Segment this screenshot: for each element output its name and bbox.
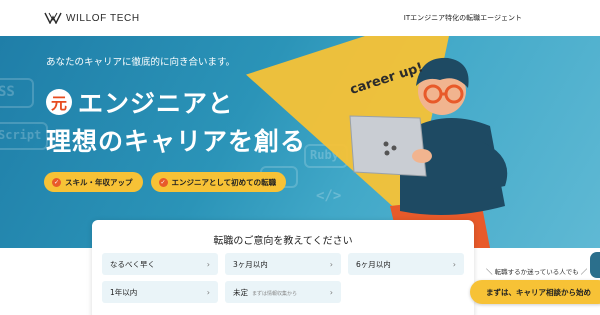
feature-pill: ✓ エンジニアとして初めての転職 bbox=[150, 172, 287, 192]
hero-section: SS Script Ruby HP </> あなたのキャリアに徹底的に向き合いま… bbox=[0, 36, 600, 248]
intent-option-label: なるべく早く bbox=[110, 259, 155, 269]
check-icon: ✓ bbox=[158, 177, 168, 187]
logo-icon bbox=[44, 12, 62, 24]
chevron-right-icon: › bbox=[206, 259, 210, 269]
moto-badge: 元 bbox=[46, 89, 72, 115]
career-up-sign: career up! bbox=[348, 60, 425, 98]
intent-option[interactable]: 1年以内 › bbox=[102, 281, 218, 303]
hero-title-line1: 元 エンジニアと bbox=[46, 84, 234, 120]
hero-title-line2: 理想のキャリアを創る bbox=[46, 127, 307, 156]
intent-option-label: 未定 bbox=[233, 287, 248, 297]
panel-title: 転職のご意向を教えてください bbox=[213, 236, 353, 247]
intent-selector-panel: 転職のご意向を教えてください なるべく早く › 3ヶ月以内 › 6ヶ月以内 › … bbox=[92, 220, 474, 315]
chevron-right-icon: › bbox=[329, 287, 333, 297]
brand-name: WILLOF TECH bbox=[66, 12, 140, 24]
intent-option[interactable]: 6ヶ月以内 › bbox=[348, 253, 464, 275]
feature-pill-label: エンジニアとして初めての転職 bbox=[171, 177, 277, 187]
intent-option-label: 1年以内 bbox=[110, 287, 138, 297]
feature-pills: ✓ スキル・年収アップ ✓ エンジニアとして初めての転職 bbox=[44, 172, 287, 192]
intent-option-label: 6ヶ月以内 bbox=[356, 259, 391, 269]
feature-pill-label: スキル・年収アップ bbox=[65, 177, 133, 187]
intent-option-label-wrap: 未定 まずは情報収集から bbox=[233, 287, 297, 298]
hero-title-text: エンジニアと bbox=[78, 89, 234, 118]
feature-pill: ✓ スキル・年収アップ bbox=[44, 172, 143, 192]
check-icon: ✓ bbox=[52, 177, 61, 187]
intent-option[interactable]: なるべく早く › bbox=[102, 253, 218, 275]
engineer-illustration: career up! bbox=[348, 57, 508, 248]
intent-option[interactable]: 未定 まずは情報収集から › bbox=[225, 281, 341, 303]
intent-option[interactable]: 3ヶ月以内 › bbox=[225, 253, 341, 275]
hero-subtitle: あなたのキャリアに徹底的に向き合います。 bbox=[46, 57, 236, 68]
intent-option-note: まずは情報収集から bbox=[252, 290, 298, 297]
advisor-avatar bbox=[590, 252, 600, 278]
chevron-right-icon: › bbox=[206, 287, 210, 297]
career-consult-button[interactable]: まずは、キャリア相談から始め bbox=[470, 280, 600, 304]
cta-label: ＼ 転職するか迷っている人でも ／ bbox=[486, 268, 588, 276]
career-consult-cta: ＼ 転職するか迷っている人でも ／ まずは、キャリア相談から始め bbox=[470, 258, 600, 315]
brand-logo[interactable]: WILLOF TECH bbox=[44, 12, 140, 24]
site-header: WILLOF TECH ITエンジニア特化の転職エージェント bbox=[0, 0, 600, 36]
chevron-right-icon: › bbox=[329, 259, 333, 269]
intent-option-label: 3ヶ月以内 bbox=[233, 259, 268, 269]
header-tagline: ITエンジニア特化の転職エージェント bbox=[403, 14, 522, 22]
bg-code-word: SS bbox=[0, 84, 15, 100]
chevron-right-icon: › bbox=[452, 259, 456, 269]
bg-code-word: Script bbox=[0, 128, 42, 142]
